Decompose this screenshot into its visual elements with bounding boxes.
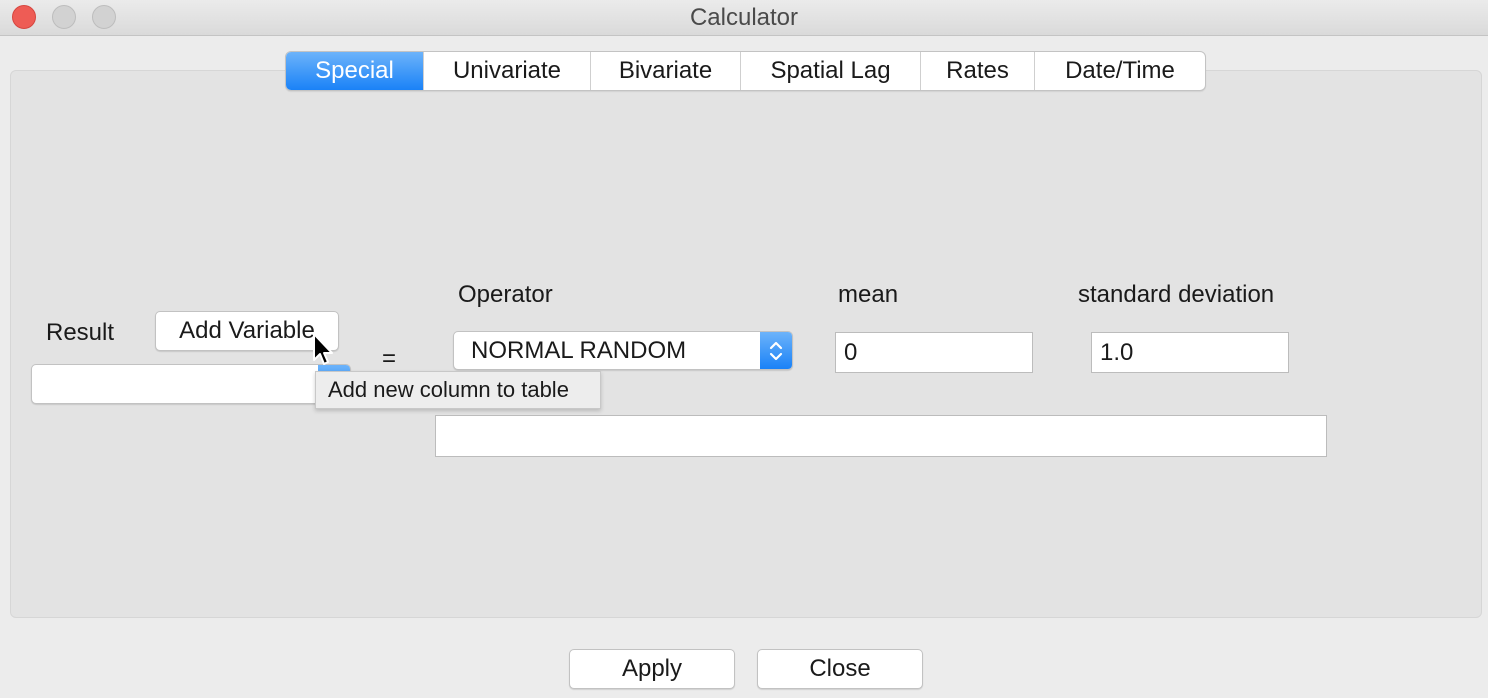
mean-label: mean: [838, 281, 899, 308]
tab-rates[interactable]: Rates: [921, 52, 1035, 90]
tab-univariate[interactable]: Univariate: [424, 52, 591, 90]
result-variable-select[interactable]: [31, 364, 351, 404]
tab-spatial-lag[interactable]: Spatial Lag: [741, 52, 921, 90]
expression-field[interactable]: [435, 415, 1327, 457]
operator-select[interactable]: NORMAL RANDOM: [453, 331, 793, 370]
title-bar: Calculator: [0, 0, 1488, 36]
result-label: Result: [46, 319, 115, 346]
sd-label: standard deviation: [1078, 281, 1275, 308]
sd-input[interactable]: [1091, 332, 1289, 373]
tab-special[interactable]: Special: [286, 52, 424, 90]
window-title: Calculator: [689, 4, 799, 31]
close-button[interactable]: Close: [757, 649, 923, 689]
operator-label: Operator: [458, 281, 553, 308]
chevron-updown-icon[interactable]: [760, 332, 792, 369]
add-variable-tooltip: Add new column to table: [315, 371, 601, 409]
apply-button[interactable]: Apply: [569, 649, 735, 689]
tab-bivariate[interactable]: Bivariate: [591, 52, 741, 90]
mean-input[interactable]: [835, 332, 1033, 373]
operator-value: NORMAL RANDOM: [471, 337, 687, 364]
equals-sign: =: [382, 345, 397, 372]
tab-date-time[interactable]: Date/Time: [1035, 52, 1205, 90]
mouse-cursor-icon: [313, 333, 333, 365]
tab-bar: Special Univariate Bivariate Spatial Lag…: [285, 51, 1206, 91]
